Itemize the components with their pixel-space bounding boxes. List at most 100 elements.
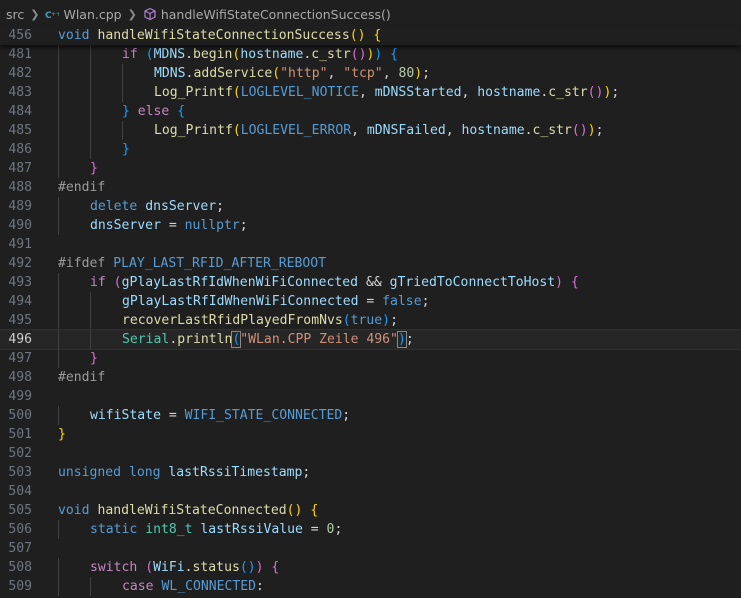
code-token: MDNS <box>154 66 186 81</box>
line-number[interactable]: 504 <box>0 482 32 501</box>
line-number[interactable]: 483 <box>0 83 32 102</box>
line-number[interactable]: 498 <box>0 368 32 387</box>
breadcrumb-folder[interactable]: src <box>6 7 24 22</box>
code-line[interactable]: 489 delete dnsServer; <box>0 197 741 216</box>
line-number[interactable]: 497 <box>0 349 32 368</box>
code-token: handleWifiStateConnectionSuccess <box>97 28 350 43</box>
sticky-scroll-header[interactable]: 456 void handleWifiStateConnectionSuccess… <box>0 26 741 45</box>
indent-guide <box>90 577 91 596</box>
line-number[interactable]: 487 <box>0 159 32 178</box>
code-line[interactable]: 504 <box>0 482 741 501</box>
code-token: () <box>571 123 588 138</box>
line-number[interactable]: 488 <box>0 178 32 197</box>
code-line[interactable]: 494 gPlayLastRfIdWhenWiFiConnected = fals… <box>0 292 741 311</box>
code-token: = <box>160 218 185 233</box>
line-number[interactable]: 503 <box>0 463 32 482</box>
line-number[interactable]: 496 <box>0 330 32 349</box>
code-line[interactable]: 498 #endif <box>0 368 741 387</box>
code-line[interactable]: 484} else { <box>0 102 741 121</box>
line-number[interactable]: 482 <box>0 64 32 83</box>
code-token: ; <box>422 66 431 81</box>
code-line[interactable]: 508 switch (WiFi.status()) { <box>0 558 741 577</box>
code-token: delete <box>90 199 138 214</box>
indent-guide <box>90 121 91 140</box>
line-number[interactable]: 491 <box>0 235 32 254</box>
code-line-current[interactable]: 496 Serial.println("WLan.CPP Zeile 496"); <box>0 329 741 350</box>
breadcrumb-symbol[interactable]: handleWifiStateConnectionSuccess() <box>143 7 391 22</box>
code-line[interactable]: 507 <box>0 539 741 558</box>
code-line[interactable]: 502 <box>0 444 741 463</box>
code-text: static int8_t lastRssiValue = 0; <box>90 520 342 539</box>
line-number[interactable]: 489 <box>0 197 32 216</box>
code-line[interactable]: 482 MDNS.addService("http", "tcp", 80); <box>0 64 741 83</box>
line-number[interactable]: 492 <box>0 254 32 273</box>
line-number[interactable]: 484 <box>0 102 32 121</box>
code-token: hostname <box>240 47 304 62</box>
code-line[interactable]: 499 <box>0 387 741 406</box>
code-token: () <box>286 503 303 518</box>
code-line[interactable]: 488 #endif <box>0 178 741 197</box>
code-line[interactable]: 509 case WL_CONNECTED: <box>0 577 741 596</box>
code-line[interactable]: 506 static int8_t lastRssiValue = 0; <box>0 520 741 539</box>
breadcrumb-file[interactable]: C ++ Wlan.cpp <box>45 7 121 22</box>
code-line[interactable]: 501} <box>0 425 741 444</box>
line-number[interactable]: 505 <box>0 501 32 520</box>
line-number[interactable]: 508 <box>0 558 32 577</box>
cpp-file-icon: C ++ <box>45 11 59 20</box>
code-token: { <box>373 28 382 43</box>
line-number[interactable]: 456 <box>0 26 32 45</box>
line-number[interactable]: 507 <box>0 539 32 558</box>
code-text: recoverLastRfidPlayedFromNvs(true); <box>122 311 398 330</box>
code-line[interactable]: 493 if (gPlayLastRfIdWhenWiFiConnected &&… <box>0 273 741 292</box>
code-token: ; <box>405 332 414 347</box>
code-token: ; <box>611 85 620 100</box>
code-line[interactable]: 485 Log_Printf(LOGLEVEL_ERROR, mDNSFailed… <box>0 121 741 140</box>
line-number[interactable]: 509 <box>0 577 32 596</box>
code-line[interactable]: 487} <box>0 159 741 178</box>
indent-guide <box>90 140 91 159</box>
code-line[interactable]: 505 void handleWifiStateConnected() { <box>0 501 741 520</box>
code-line[interactable]: 503 unsigned long lastRssiTimestamp; <box>0 463 741 482</box>
code-line[interactable]: 497} <box>0 349 741 368</box>
line-number[interactable]: 502 <box>0 444 32 463</box>
line-number[interactable]: 486 <box>0 140 32 159</box>
code-line[interactable]: 492 #ifdef PLAY_LAST_RFID_AFTER_REBOOT <box>0 254 741 273</box>
indent-guide <box>58 558 59 577</box>
line-number[interactable]: 494 <box>0 292 32 311</box>
line-number[interactable]: 495 <box>0 311 32 330</box>
code-token: LOGLEVEL_ERROR <box>240 123 352 138</box>
line-number[interactable]: 493 <box>0 273 32 292</box>
code-token: status <box>192 560 240 575</box>
line-number[interactable]: 500 <box>0 406 32 425</box>
indent-guide <box>90 45 91 64</box>
code-token: } <box>90 351 98 366</box>
code-token: : <box>256 579 264 594</box>
code-line[interactable]: 456 void handleWifiStateConnectionSuccess… <box>0 26 741 45</box>
line-number[interactable]: 485 <box>0 121 32 140</box>
code-token: WIFI_STATE_CONNECTED <box>184 408 343 423</box>
code-text: } <box>90 349 98 368</box>
indent-guide <box>58 102 59 121</box>
code-line[interactable]: 483 Log_Printf(LOGLEVEL_NOTICE, mDNSStart… <box>0 83 741 102</box>
code-line[interactable]: 491 <box>0 235 741 254</box>
code-token: c_str <box>548 85 588 100</box>
code-text: wifiState = WIFI_STATE_CONNECTED; <box>90 406 350 425</box>
indent-guide <box>90 102 91 121</box>
code-line[interactable]: 481 if (MDNS.begin(hostname.c_str())) { <box>0 45 741 64</box>
code-text: #ifdef PLAY_LAST_RFID_AFTER_REBOOT <box>58 254 326 273</box>
code-line[interactable]: 495 recoverLastRfidPlayedFromNvs(true); <box>0 311 741 330</box>
line-number[interactable]: 499 <box>0 387 32 406</box>
code-line[interactable]: 486} <box>0 140 741 159</box>
line-number[interactable]: 501 <box>0 425 32 444</box>
code-token: { <box>570 275 579 290</box>
code-line[interactable]: 500 wifiState = WIFI_STATE_CONNECTED; <box>0 406 741 425</box>
chevron-right-icon: ❯ <box>30 7 40 21</box>
code-token: , <box>327 66 344 81</box>
line-number[interactable]: 481 <box>0 45 32 64</box>
line-number[interactable]: 490 <box>0 216 32 235</box>
indent-guide <box>58 292 59 311</box>
line-number[interactable]: 506 <box>0 520 32 539</box>
code-line[interactable]: 490 dnsServer = nullptr; <box>0 216 741 235</box>
indent-guide <box>58 45 59 64</box>
code-text: #endif <box>58 178 105 197</box>
